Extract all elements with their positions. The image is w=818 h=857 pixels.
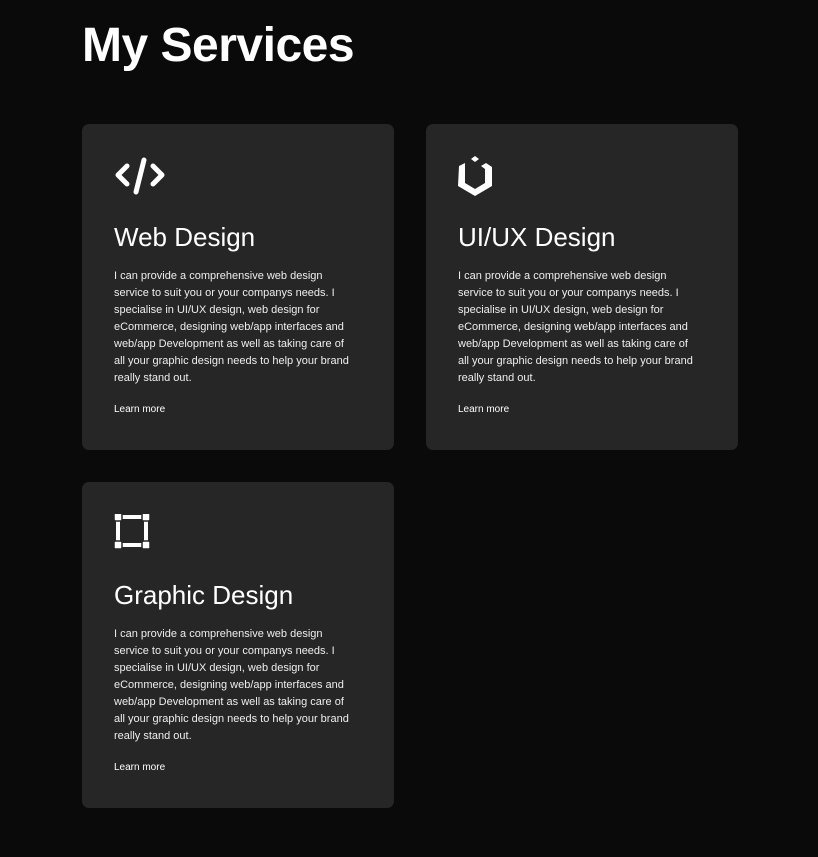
page-title: My Services [82,19,355,72]
learn-more-link[interactable]: Learn more [114,404,165,415]
service-title: UI/UX Design [458,222,616,252]
service-description: I can provide a comprehensive web design… [114,270,349,384]
service-title: Graphic Design [114,580,294,610]
learn-more-link[interactable]: Learn more [458,404,509,415]
learn-more-link[interactable]: Learn more [114,762,165,773]
service-description: I can provide a comprehensive web design… [114,628,349,742]
uikit-cube-icon [458,156,492,196]
service-card-web-design: Web Design I can provide a comprehensive… [82,124,394,450]
service-title: Web Design [114,222,256,252]
vector-square-icon [114,514,151,550]
service-card-uiux-design: UI/UX Design I can provide a comprehensi… [426,124,738,450]
code-icon [115,157,165,195]
service-card-graphic-design: Graphic Design I can provide a comprehen… [82,482,394,808]
service-description: I can provide a comprehensive web design… [458,270,693,384]
